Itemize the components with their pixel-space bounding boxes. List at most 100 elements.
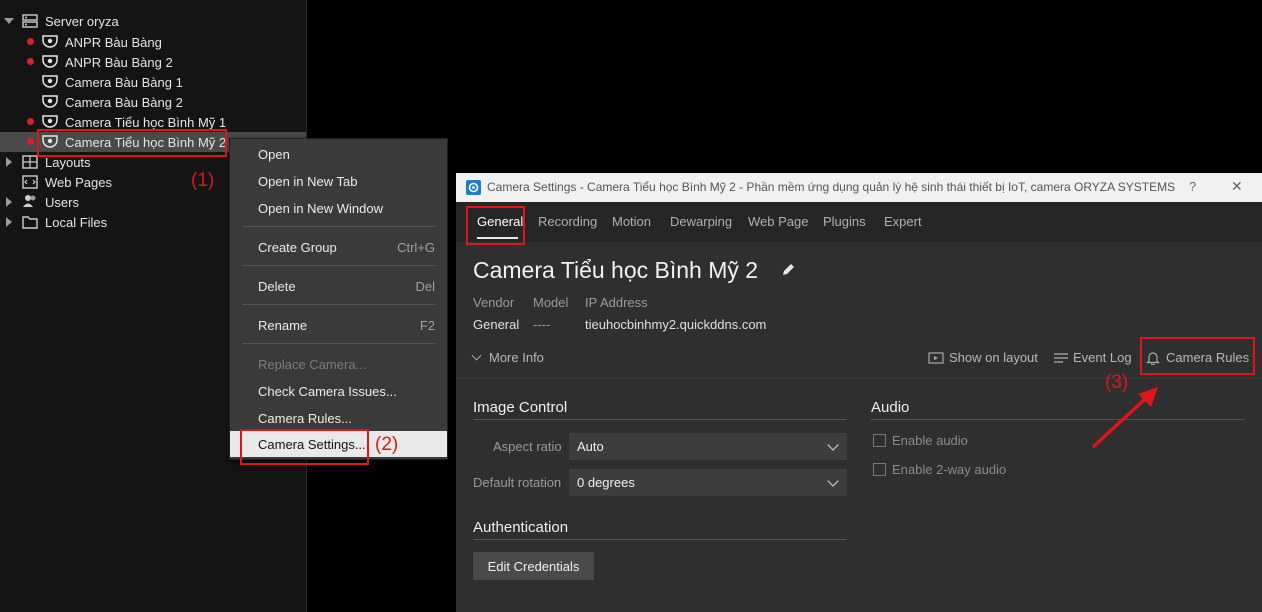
tree-camera-label: Camera Bàu Bàng 1 <box>65 74 183 90</box>
camera-icon <box>42 35 58 48</box>
dialog-title: Camera Settings - Camera Tiểu học Bình M… <box>487 180 1176 194</box>
menu-separator <box>242 343 435 344</box>
tab-plugins[interactable]: Plugins <box>823 214 866 229</box>
menu-separator <box>242 265 435 266</box>
tab-recording[interactable]: Recording <box>538 214 597 229</box>
tree-camera-label: Camera Bàu Bàng 2 <box>65 94 183 110</box>
section-divider <box>473 539 847 540</box>
annotation-label-2: (2) <box>375 434 399 455</box>
show-on-layout-icon <box>928 351 944 364</box>
enable-2way-audio-label[interactable]: Enable 2-way audio <box>892 462 1006 477</box>
chevron-down-icon <box>827 475 839 487</box>
tree-group-label: Users <box>45 194 79 210</box>
expand-arrow-icon[interactable] <box>6 157 12 167</box>
event-log-icon <box>1054 352 1068 363</box>
server-icon <box>22 14 38 28</box>
enable-audio-checkbox[interactable] <box>873 434 886 447</box>
camera-icon <box>42 115 58 128</box>
expand-arrow-icon[interactable] <box>4 18 14 24</box>
help-icon[interactable]: ? <box>1189 179 1196 194</box>
menu-item[interactable]: Camera Rules... <box>230 405 447 431</box>
close-icon[interactable]: ✕ <box>1231 178 1243 195</box>
model-value: ---- <box>533 317 551 332</box>
menu-item[interactable]: Open <box>230 141 447 167</box>
tab-web-page[interactable]: Web Page <box>748 214 808 229</box>
aspect-ratio-value: Auto <box>577 439 604 454</box>
chevron-down-icon <box>827 439 839 451</box>
recording-dot-icon <box>27 58 34 65</box>
menu-item[interactable]: Check Camera Issues... <box>230 378 447 404</box>
menu-item[interactable]: Create Group Ctrl+G <box>230 234 447 260</box>
tree-camera-item[interactable]: Camera Bàu Bàng 2 <box>0 92 306 112</box>
camera-icon <box>42 55 58 68</box>
tree-camera-label: ANPR Bàu Bàng <box>65 34 162 50</box>
menu-separator <box>242 226 435 227</box>
camera-icon <box>42 95 58 108</box>
menu-item-shortcut: F2 <box>419 317 435 333</box>
tree-camera-item[interactable]: ANPR Bàu Bàng 2 <box>0 52 306 72</box>
enable-2way-audio-checkbox[interactable] <box>873 463 886 476</box>
annotation-box-3 <box>1140 337 1255 375</box>
tree-camera-label: ANPR Bàu Bàng 2 <box>65 54 173 70</box>
menu-item: Replace Camera... <box>230 351 447 377</box>
image-control-title: Image Control <box>473 399 568 416</box>
expand-arrow-icon[interactable] <box>6 197 12 207</box>
tab-motion[interactable]: Motion <box>612 214 651 229</box>
settings-tabbar: General Recording Motion Dewarping Web P… <box>456 202 1262 242</box>
tree-server-node[interactable]: Server oryza <box>0 11 306 31</box>
menu-item-label: Delete <box>258 278 296 294</box>
annotation-arrow-icon <box>1091 387 1158 449</box>
menu-separator <box>242 304 435 305</box>
annotation-box-general-tab <box>466 206 525 245</box>
tab-expert[interactable]: Expert <box>884 214 922 229</box>
section-divider <box>473 419 847 420</box>
camera-icon <box>42 75 58 88</box>
model-label: Model <box>533 295 569 310</box>
default-rotation-select[interactable]: 0 degrees <box>569 469 847 496</box>
context-menu: Open Open in New Tab Open in New Window Cre… <box>229 138 448 460</box>
menu-item[interactable]: Rename F2 <box>230 312 447 338</box>
tab-dewarping[interactable]: Dewarping <box>670 214 732 229</box>
aspect-ratio-label: Aspect ratio <box>493 439 562 454</box>
recording-dot-icon <box>27 138 34 145</box>
aspect-ratio-select[interactable]: Auto <box>569 433 847 460</box>
divider <box>456 378 1262 379</box>
menu-item-label: Replace Camera... <box>258 356 367 372</box>
edit-pencil-icon[interactable] <box>781 262 796 277</box>
menu-item-shortcut: Ctrl+G <box>397 239 435 255</box>
tree-group-label: Local Files <box>45 214 108 230</box>
edit-credentials-button[interactable]: Edit Credentials <box>473 552 594 580</box>
menu-item[interactable]: Open in New Window <box>230 195 447 221</box>
app-logo-icon <box>466 180 481 195</box>
event-log-label: Event Log <box>1073 350 1132 365</box>
vendor-value: General <box>473 317 520 332</box>
section-divider <box>871 419 1245 420</box>
expand-arrow-icon[interactable] <box>6 217 12 227</box>
annotation-label-1: (1) <box>191 170 215 191</box>
show-on-layout-label: Show on layout <box>949 350 1038 365</box>
show-on-layout-button[interactable]: Show on layout <box>928 350 1038 365</box>
layouts-icon <box>22 155 38 169</box>
menu-item-label: Open in New Tab <box>258 173 358 189</box>
folder-icon <box>22 216 38 229</box>
audio-title: Audio <box>871 399 910 416</box>
tree-camera-label: Camera Tiểu học Bình Mỹ 1 <box>65 114 227 130</box>
camera-name: Camera Tiểu học Bình Mỹ 2 <box>473 257 759 283</box>
enable-audio-label[interactable]: Enable audio <box>892 433 968 448</box>
authentication-title: Authentication <box>473 519 569 536</box>
menu-item[interactable]: Open in New Tab <box>230 168 447 194</box>
tree-camera-item[interactable]: ANPR Bàu Bàng <box>0 32 306 52</box>
menu-item-label: Open in New Window <box>258 200 383 216</box>
recording-dot-icon <box>27 38 34 45</box>
menu-item-label: Create Group <box>258 239 337 255</box>
tree-camera-item[interactable]: Camera Bàu Bàng 1 <box>0 72 306 92</box>
tree-server-label: Server oryza <box>45 13 119 29</box>
menu-item-shortcut: Del <box>415 278 435 294</box>
event-log-button[interactable]: Event Log <box>1053 350 1132 365</box>
menu-item[interactable]: Delete Del <box>230 273 447 299</box>
dialog-titlebar[interactable]: Camera Settings - Camera Tiểu học Bình M… <box>456 173 1262 202</box>
web-page-icon <box>22 175 38 189</box>
more-info-toggle[interactable]: More Info <box>471 350 544 365</box>
menu-item-label: Camera Rules... <box>258 410 352 426</box>
chevron-down-icon <box>471 350 482 361</box>
